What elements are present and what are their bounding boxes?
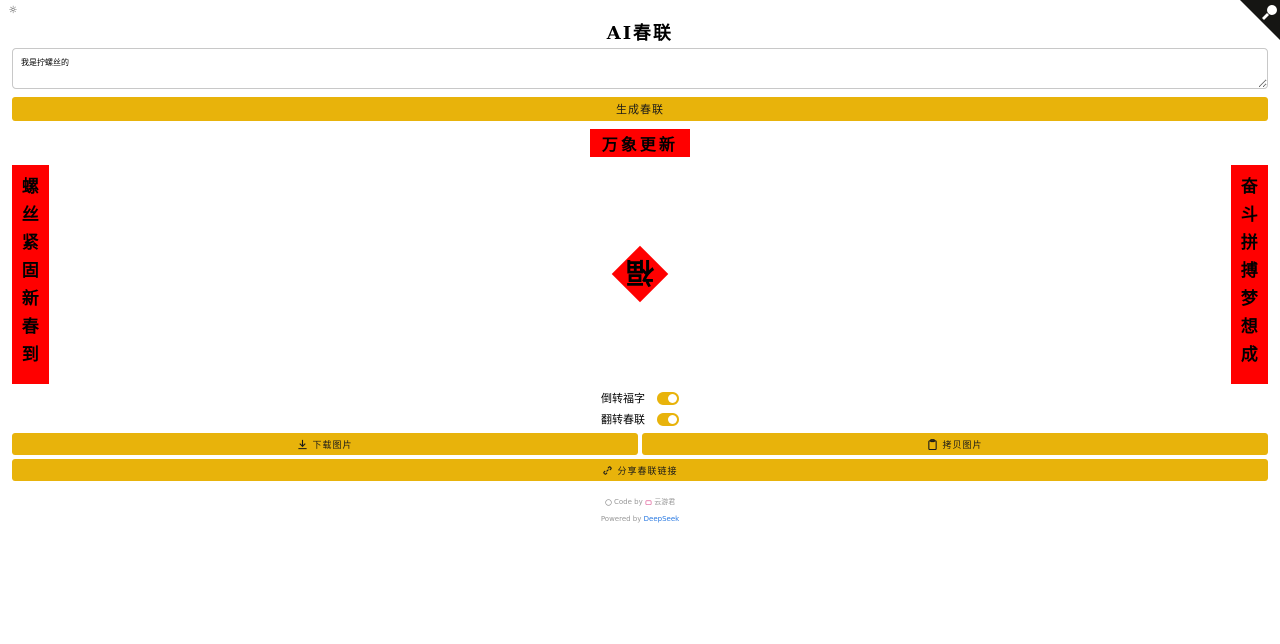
flip-couplet-switch[interactable] bbox=[657, 412, 679, 426]
share-link-button[interactable]: 分享春联链接 bbox=[12, 459, 1268, 481]
toggle-reverse-fu-label: 倒转福字 bbox=[601, 392, 645, 405]
download-image-label: 下载图片 bbox=[312, 440, 353, 451]
powered-by-text: Powered by bbox=[600, 515, 642, 523]
github-icon bbox=[605, 498, 612, 506]
footer-code-link[interactable]: Code bbox=[614, 498, 632, 506]
right-couplet: 奋 斗 拼 搏 梦 想 成 bbox=[1231, 165, 1268, 384]
right-couplet-char: 搏 bbox=[1241, 261, 1258, 281]
copy-image-button[interactable]: 拷贝图片 bbox=[642, 433, 1268, 455]
toggle-flip-couplet: 翻转春联 bbox=[0, 411, 1280, 427]
reverse-fu-switch[interactable] bbox=[657, 391, 679, 405]
generate-button-label: 生成春联 bbox=[616, 103, 664, 116]
left-couplet: 螺 丝 紧 固 新 春 到 bbox=[12, 165, 49, 384]
left-couplet-char: 紧 bbox=[22, 233, 39, 253]
right-couplet-char: 斗 bbox=[1241, 205, 1258, 225]
deepseek-link[interactable]: DeepSeek bbox=[644, 515, 680, 523]
right-couplet-char: 梦 bbox=[1241, 289, 1258, 309]
clipboard-icon bbox=[928, 438, 938, 450]
fu-character: 福 bbox=[626, 256, 655, 289]
generate-button[interactable]: 生成春联 bbox=[12, 97, 1268, 121]
right-couplet-char: 想 bbox=[1241, 317, 1258, 337]
left-couplet-char: 螺 bbox=[22, 177, 39, 197]
share-link-label: 分享春联链接 bbox=[617, 466, 678, 477]
download-image-button[interactable]: 下载图片 bbox=[12, 433, 638, 455]
left-couplet-char: 固 bbox=[22, 261, 39, 281]
page-title: AI春联 bbox=[606, 23, 674, 44]
toggle-reverse-fu: 倒转福字 bbox=[0, 390, 1280, 406]
left-couplet-char: 到 bbox=[22, 345, 39, 365]
right-couplet-char: 奋 bbox=[1241, 177, 1258, 197]
download-icon bbox=[298, 439, 308, 449]
fu-diamond: 福 bbox=[611, 245, 669, 303]
theme-toggle-sun-icon[interactable]: ☼ bbox=[7, 5, 19, 17]
left-couplet-char: 丝 bbox=[22, 205, 39, 225]
footer-powered: Powered by DeepSeek bbox=[0, 515, 1280, 523]
horizontal-scroll: 万象更新 bbox=[590, 129, 690, 157]
toggle-flip-couplet-label: 翻转春联 bbox=[601, 413, 645, 426]
copy-image-label: 拷贝图片 bbox=[942, 440, 983, 451]
cloud-icon bbox=[645, 499, 652, 505]
left-couplet-char: 新 bbox=[22, 289, 39, 309]
link-icon bbox=[603, 465, 613, 475]
right-couplet-char: 拼 bbox=[1241, 233, 1258, 253]
prompt-input[interactable] bbox=[12, 48, 1268, 89]
footer-author-link[interactable]: 云游君 bbox=[654, 498, 675, 506]
footer-credits: Code by 云游君 bbox=[0, 497, 1280, 507]
left-couplet-char: 春 bbox=[22, 317, 39, 337]
right-couplet-char: 成 bbox=[1241, 345, 1258, 365]
footer-by: by bbox=[634, 498, 643, 506]
